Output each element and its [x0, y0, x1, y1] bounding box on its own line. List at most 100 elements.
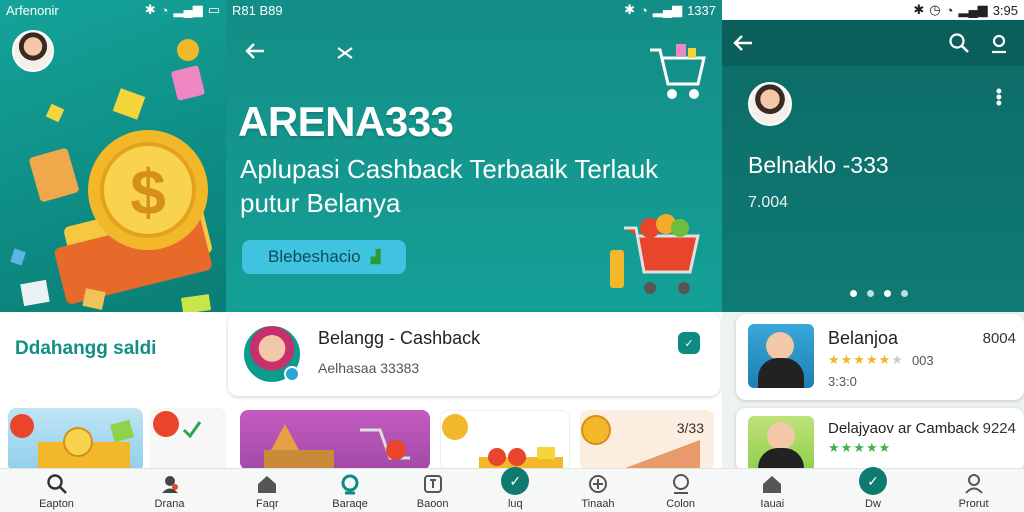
product-tile-1[interactable]: [240, 410, 430, 470]
top-app-bar: [722, 20, 1024, 66]
profile-icon: [964, 474, 983, 494]
chart-icon: ▟: [370, 249, 381, 264]
bluetooth-icon: ✱: [144, 2, 156, 17]
wifi-icon: ◔: [640, 2, 648, 18]
nav-item-add[interactable]: Tinaah: [563, 473, 633, 510]
status-bar: R81 B89 ✱ ◔ ▂▄▆ 1337: [226, 0, 722, 20]
nav-item-center[interactable]: ✓ luq: [480, 467, 550, 510]
nav-item-home[interactable]: Faqr: [232, 473, 302, 510]
status-time: 3:95: [992, 2, 1018, 18]
close-icon[interactable]: [334, 42, 356, 64]
app-screens: $ Arfenonir ✱ ◔ ▂▄▆ ▭ Ddahangg saldi Eap…: [0, 0, 1024, 512]
wifi-icon: ◔: [945, 2, 954, 18]
nav-label: Drana: [154, 498, 185, 510]
nav-item-center[interactable]: ✓ Dw: [838, 467, 908, 510]
profile-subtitle: 7.004: [748, 194, 789, 211]
status-icons: ✱ ◔ ▂▄▆ ▭: [145, 2, 220, 18]
list-item[interactable]: Delajyaov ar Camback 9224 ★★★★★: [736, 408, 1024, 472]
nav-item-home[interactable]: Iauai: [737, 473, 807, 510]
badge-illustration: [153, 411, 202, 439]
shopping-cart-icon: [650, 44, 706, 99]
person-icon: [766, 332, 794, 360]
nav-item-profile[interactable]: Drana: [135, 473, 205, 510]
rating-row: ★★★★★★ 003: [828, 352, 934, 368]
person-icon: [767, 422, 795, 450]
back-arrow-icon[interactable]: [732, 32, 754, 54]
item-thumbnail: [748, 416, 814, 472]
screen-3: ✱ ◷ ◔ ▂▄▆ 3:95 ••• Belnaklo -333 7.004: [722, 0, 1024, 512]
star-rating-icon: ★★★★★: [828, 440, 892, 455]
bluetooth-icon: ✱: [624, 2, 635, 17]
nav-item-wallet[interactable]: Baoon: [398, 473, 468, 510]
nav-label: luq: [507, 498, 523, 510]
bottom-nav-2: Faqr Baraqe Baoon ✓ luq Tinaah Colon: [226, 467, 722, 512]
nav-item-profile[interactable]: Colon: [646, 473, 716, 510]
list-item[interactable]: Belanjoa 8004 ★★★★★★ 003 3:3:0: [736, 314, 1024, 400]
product-tile-3[interactable]: 3/33: [580, 410, 714, 470]
item-sub: 3:3:0: [828, 374, 857, 389]
more-options-icon[interactable]: • • •: [996, 82, 1002, 112]
profile-title: Belnaklo -333: [748, 152, 889, 178]
check-icon: ✓: [501, 467, 530, 495]
nav-label: Baoon: [416, 498, 449, 510]
cta-label: Blebeshacio: [268, 247, 361, 266]
home-icon: [763, 476, 782, 493]
screen-2: R81 B89 ✱ ◔ ▂▄▆ 1337 ARENA333 Aplupasi C…: [226, 0, 722, 512]
section-title: Ddahangg saldi: [15, 338, 157, 359]
nav-item-search[interactable]: Eapton: [22, 473, 92, 510]
carousel-dot[interactable]: [850, 290, 857, 297]
user-avatar[interactable]: [12, 30, 54, 72]
nav-label: Tinaah: [581, 498, 615, 510]
product-tile-2[interactable]: [440, 410, 570, 470]
item-title: Belanjoa: [828, 328, 899, 348]
search-icon: [46, 474, 67, 494]
item-thumbnail: [748, 324, 814, 388]
item-amount: 9224: [982, 420, 1016, 437]
tagline-line-2: putur Belanya: [240, 188, 401, 218]
fruit-illustration: [442, 414, 563, 469]
carousel-dot[interactable]: [867, 290, 874, 297]
status-bar: ✱ ◷ ◔ ▂▄▆ 3:95: [722, 0, 1024, 20]
item-title: Delajyaov ar Camback: [828, 420, 979, 437]
promo-tile-1[interactable]: [8, 408, 143, 472]
bluetooth-icon: ✱: [913, 2, 925, 17]
nav-label: Faqr: [256, 498, 279, 510]
scan-icon: [341, 474, 359, 495]
account-icon[interactable]: [988, 32, 1010, 54]
screen-1: $ Arfenonir ✱ ◔ ▂▄▆ ▭ Ddahangg saldi Eap…: [0, 0, 226, 512]
hero-banner-2: ARENA333 Aplupasi Cashback Terbaaik Terl…: [226, 20, 722, 312]
verified-icon: [284, 366, 300, 382]
search-icon[interactable]: [948, 32, 970, 54]
wifi-icon: ◔: [160, 2, 169, 18]
carousel-dot[interactable]: [901, 290, 908, 297]
cashback-card[interactable]: Belangg - Cashback Aelhasaa 33383 ✓: [228, 312, 720, 396]
profile-avatar[interactable]: [748, 82, 792, 126]
star-rating-icon: ★★★★★★: [828, 352, 904, 367]
svg-text:$: $: [130, 156, 166, 228]
nav-label: Colon: [666, 498, 695, 510]
profile-header: • • • Belnaklo -333 7.004: [722, 66, 1024, 312]
promo-tile-2[interactable]: [150, 408, 226, 472]
battery-icon: ▭: [207, 2, 220, 17]
signal-icon: ▂▄▆: [958, 2, 988, 17]
nav-item-profile[interactable]: Prorut: [939, 473, 1009, 510]
nav-label: Dw: [865, 498, 881, 510]
cta-button[interactable]: Blebeshacio ▟: [242, 240, 406, 274]
signal-icon: ▂▄▆: [652, 2, 683, 17]
carousel-dot[interactable]: [884, 290, 891, 297]
status-time: 1337: [687, 2, 716, 18]
alarm-icon: ◷: [929, 2, 941, 17]
wallet-icon: [423, 475, 442, 493]
nav-label: Iauai: [760, 498, 785, 510]
status-label: R81 B89: [232, 2, 283, 18]
card-subtitle: Aelhasaa 33383: [318, 360, 420, 376]
back-arrow-icon[interactable]: [244, 40, 266, 62]
status-icons: ✱ ◷ ◔ ▂▄▆ 3:95: [913, 2, 1018, 18]
plus-icon: [588, 475, 607, 493]
nav-item-scan[interactable]: Baraqe: [315, 473, 385, 510]
share-icon[interactable]: ✓: [678, 332, 700, 354]
bottom-nav-1: Eapton Drana: [0, 468, 226, 512]
price-label: 3/33: [676, 420, 704, 436]
nav-label: Baraqe: [332, 498, 368, 510]
item-amount: 8004: [982, 330, 1016, 347]
